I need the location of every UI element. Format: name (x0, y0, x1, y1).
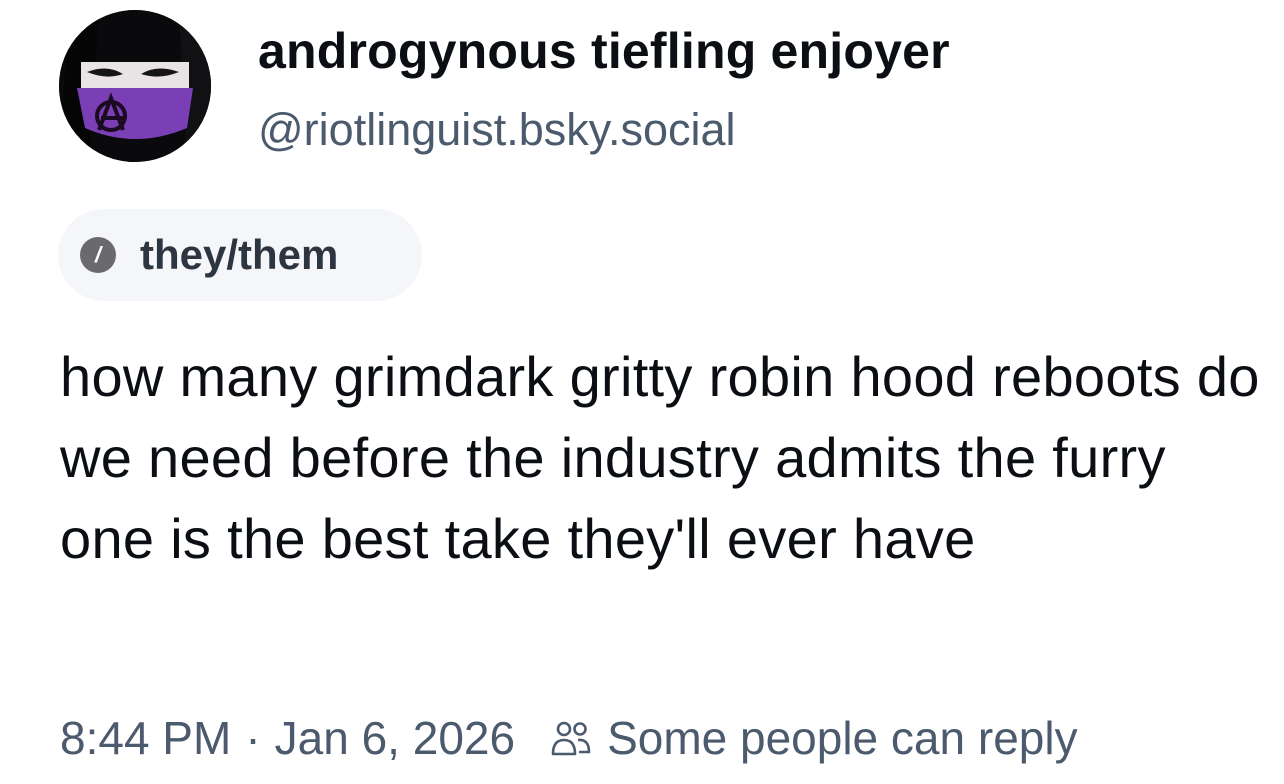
reply-setting-label[interactable]: Some people can reply (607, 711, 1078, 765)
pronouns-label: they/them (140, 231, 339, 278)
post-text: how many grimdark gritty robin hood rebo… (60, 345, 1260, 570)
author-avatar[interactable] (59, 10, 211, 162)
meta-separator: · (245, 712, 261, 764)
post-time[interactable]: 8:44 PM (60, 711, 231, 765)
pronouns-badge: / they/them (58, 209, 422, 301)
post-card: androgynous tiefling enjoyer @riotlingui… (0, 0, 1284, 784)
avatar-masked-person-anarchy-icon (59, 10, 211, 162)
post-date[interactable]: Jan 6, 2026 (275, 711, 515, 765)
post-meta: 8:44 PM · Jan 6, 2026 Some people can re… (60, 706, 1078, 770)
author-handle[interactable]: @riotlinguist.bsky.social (258, 104, 736, 156)
author-display-name[interactable]: androgynous tiefling enjoyer (258, 22, 950, 80)
info-icon: / (80, 237, 116, 273)
people-icon (549, 716, 593, 760)
